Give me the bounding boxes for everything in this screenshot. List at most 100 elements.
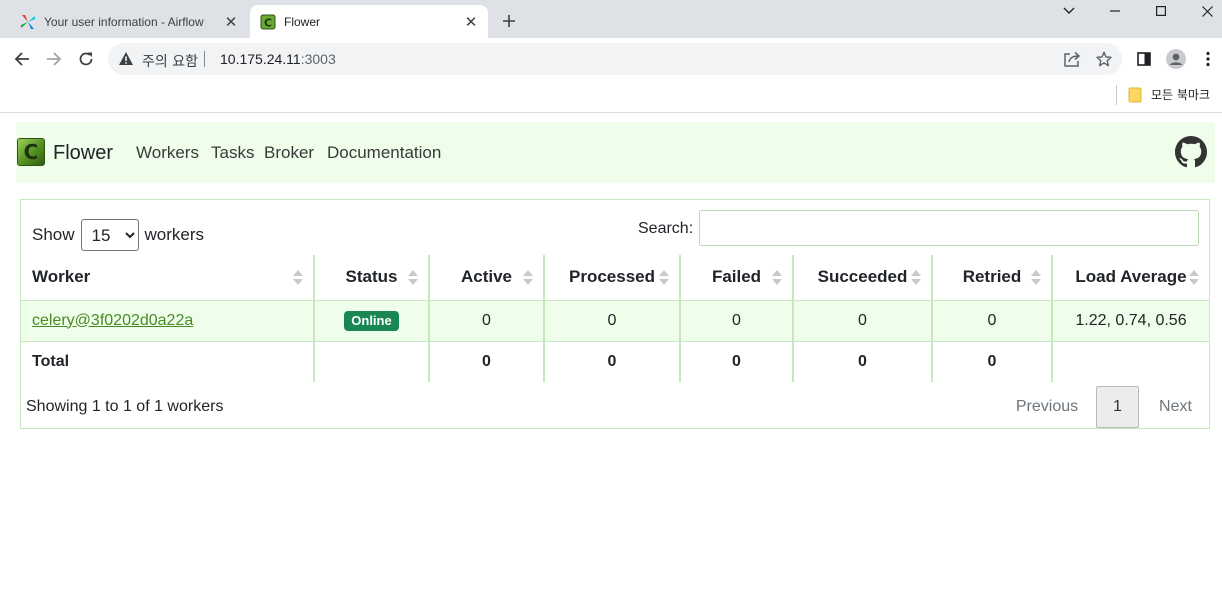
- table-info: Showing 1 to 1 of 1 workers: [26, 398, 224, 415]
- total-label: Total: [32, 352, 70, 370]
- worker-link[interactable]: celery@3f0202d0a22a: [32, 312, 193, 329]
- security-warning-label[interactable]: 주의 요함: [142, 51, 198, 71]
- maximize-icon[interactable]: [1138, 0, 1184, 22]
- column-header-processed[interactable]: Processed: [543, 255, 680, 301]
- table-header-row: Worker Status Active Processed Failed Su…: [21, 255, 1209, 301]
- cell-active: 0: [428, 300, 544, 342]
- flower-logo-icon[interactable]: C: [17, 138, 45, 166]
- pagination-previous[interactable]: Previous: [1007, 386, 1087, 428]
- pagination-page-1[interactable]: 1: [1096, 386, 1139, 428]
- show-label: Show: [32, 225, 75, 244]
- address-separator: [204, 51, 205, 67]
- cell-succeeded: 0: [792, 300, 932, 342]
- workers-table: Worker Status Active Processed Failed Su…: [21, 255, 1209, 382]
- nav-workers[interactable]: Workers: [136, 143, 199, 163]
- column-header-retried[interactable]: Retried: [931, 255, 1052, 301]
- column-header-load-average[interactable]: Load Average: [1051, 255, 1209, 301]
- total-load-average: [1051, 341, 1209, 382]
- close-tab-icon[interactable]: ✕: [460, 11, 482, 33]
- column-header-active[interactable]: Active: [428, 255, 544, 301]
- total-status: [313, 341, 429, 382]
- search-input[interactable]: [699, 210, 1199, 246]
- menu-kebab-icon[interactable]: [1197, 48, 1219, 70]
- column-title: Active: [460, 267, 513, 287]
- tab-search-icon[interactable]: [1046, 0, 1092, 22]
- sort-icon: [772, 270, 782, 286]
- status-badge: Online: [344, 310, 399, 331]
- page-length-control: Show 15 workers: [32, 219, 204, 251]
- bookmarks-separator: [1116, 85, 1117, 105]
- sort-icon: [1031, 270, 1041, 286]
- sort-icon: [293, 270, 303, 286]
- column-title: Worker: [32, 267, 91, 287]
- reload-icon[interactable]: [73, 46, 99, 72]
- browser-toolbar: 주의 요함 10.175.24.11:3003: [0, 38, 1222, 80]
- total-processed: 0: [543, 341, 680, 382]
- column-header-worker[interactable]: Worker: [21, 255, 314, 301]
- column-title: Processed: [569, 267, 655, 287]
- airflow-icon: [20, 14, 36, 30]
- pagination-next[interactable]: Next: [1148, 386, 1203, 428]
- tab-airflow[interactable]: Your user information - Airflow ✕: [8, 5, 248, 38]
- sort-icon: [523, 270, 533, 286]
- total-failed: 0: [679, 341, 793, 382]
- table-row: celery@3f0202d0a22a Online 0 0 0 0 0 1.2…: [21, 300, 1209, 342]
- close-tab-icon[interactable]: ✕: [220, 11, 242, 33]
- tab-title: Your user information - Airflow: [44, 14, 204, 29]
- sort-icon: [1189, 270, 1199, 286]
- url-text[interactable]: 10.175.24.11:3003: [220, 51, 336, 67]
- profile-avatar-icon[interactable]: [1165, 48, 1187, 70]
- browser-tab-strip: Your user information - Airflow ✕ C Flow…: [0, 0, 1222, 38]
- all-bookmarks-link[interactable]: 모든 북마크: [1151, 86, 1210, 103]
- column-title: Retried: [962, 267, 1022, 287]
- svg-text:C: C: [264, 16, 272, 29]
- workers-label: workers: [144, 225, 205, 244]
- total-active: 0: [428, 341, 544, 382]
- cell-worker: celery@3f0202d0a22a: [21, 300, 314, 342]
- sort-icon: [659, 270, 669, 286]
- total-retried: 0: [931, 341, 1052, 382]
- search-label: Search:: [638, 220, 694, 237]
- forward-arrow-icon[interactable]: [41, 46, 67, 72]
- total-succeeded: 0: [792, 341, 932, 382]
- tab-title: Flower: [284, 14, 321, 29]
- url-port: :3003: [300, 51, 336, 67]
- column-header-failed[interactable]: Failed: [679, 255, 793, 301]
- column-header-succeeded[interactable]: Succeeded: [792, 255, 932, 301]
- column-title: Failed: [711, 267, 762, 287]
- minimize-icon[interactable]: [1092, 0, 1138, 22]
- nav-broker[interactable]: Broker: [264, 143, 314, 163]
- back-arrow-icon[interactable]: [9, 46, 35, 72]
- column-title: Load Average: [1075, 267, 1187, 287]
- nav-documentation[interactable]: Documentation: [327, 143, 441, 163]
- page-length-select[interactable]: 15: [80, 219, 139, 251]
- github-icon[interactable]: [1175, 136, 1207, 168]
- cell-status: Online: [313, 300, 429, 342]
- cell-load-average: 1.22, 0.74, 0.56: [1051, 300, 1209, 342]
- workers-panel: Show 15 workers Search: Worker Status Ac…: [20, 199, 1210, 429]
- url-host: 10.175.24.11: [220, 51, 301, 67]
- warning-icon[interactable]: [118, 51, 134, 71]
- cell-failed: 0: [679, 300, 793, 342]
- share-icon[interactable]: [1062, 49, 1082, 69]
- flower-icon: C: [260, 14, 276, 30]
- address-bar[interactable]: 주의 요함 10.175.24.11:3003: [108, 43, 1122, 75]
- nav-tasks[interactable]: Tasks: [211, 143, 254, 163]
- close-window-icon[interactable]: [1184, 0, 1222, 22]
- table-total-row: Total 0 0 0 0 0: [21, 341, 1209, 382]
- cell-processed: 0: [543, 300, 680, 342]
- cell-retried: 0: [931, 300, 1052, 342]
- folder-icon[interactable]: [1128, 87, 1142, 108]
- sort-icon: [911, 270, 921, 286]
- brand-name[interactable]: Flower: [53, 142, 113, 165]
- sort-icon: [408, 270, 418, 286]
- column-title: Status: [345, 267, 398, 287]
- star-icon[interactable]: [1094, 49, 1114, 69]
- new-tab-button[interactable]: [496, 9, 522, 33]
- bookmarks-bar: 모든 북마크: [0, 80, 1222, 113]
- column-title: Succeeded: [817, 267, 908, 287]
- tab-flower[interactable]: C Flower ✕: [250, 5, 488, 38]
- column-header-status[interactable]: Status: [313, 255, 429, 301]
- side-panel-icon[interactable]: [1133, 48, 1155, 70]
- flower-navbar: C Flower Workers Tasks Broker Documentat…: [16, 122, 1215, 183]
